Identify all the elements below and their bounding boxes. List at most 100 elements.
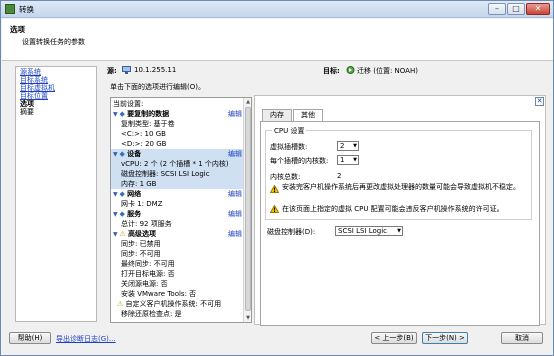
tab-memory[interactable]: 内存: [262, 109, 292, 121]
window-title: 转换: [19, 5, 34, 14]
settings-icon: ◆: [119, 110, 128, 118]
tree-detail-row[interactable]: 最终同步: 不可用: [111, 259, 244, 269]
tree-row-label: 移除还原检查点: 是: [121, 310, 182, 318]
cores-select[interactable]: 1 ▼: [337, 155, 359, 165]
tree-section-row[interactable]: ▼ ◆ 要复制的数据 编辑: [111, 109, 244, 119]
nav-target-location[interactable]: 目标位置: [20, 92, 48, 100]
migrate-icon: [346, 66, 355, 74]
sockets-value: 2: [340, 142, 345, 150]
disk-controller-value: SCSI LSI Logic: [338, 227, 387, 235]
edit-link[interactable]: 编辑: [228, 149, 242, 159]
tree-row-label: <D:>: 20 GB: [121, 140, 167, 148]
tree-section-row[interactable]: ▼ ⚠ 高级选项 编辑: [111, 229, 244, 239]
tree-row-label: 高级选项: [128, 230, 157, 238]
page-header: 选项 设置转换任务的参数: [2, 19, 553, 61]
warning-icon: [269, 204, 280, 213]
app-icon: [5, 4, 15, 14]
tree-row-label: 打开目标电源: 否: [121, 270, 175, 278]
tree-section-row[interactable]: ▼ ◆ 服务 编辑: [111, 209, 244, 219]
back-button[interactable]: < 上一步(B): [371, 332, 417, 344]
close-window-button[interactable]: ✕: [526, 3, 550, 15]
sockets-select[interactable]: 2 ▼: [337, 141, 359, 151]
tree-detail-row[interactable]: 移除还原检查点: 是: [111, 309, 244, 319]
tree-row-label: 最终同步: 不可用: [121, 260, 175, 268]
tree-row-label: 服务: [127, 210, 142, 218]
settings-icon: ◆: [119, 190, 128, 198]
tree-detail-row[interactable]: 总计: 92 项服务: [111, 219, 244, 229]
tree-row-label: 要复制的数据: [127, 110, 170, 118]
tree-detail-row[interactable]: 同步: 不可用: [111, 249, 244, 259]
minimize-button[interactable]: –: [488, 3, 506, 15]
tree-detail-row[interactable]: 内存: 1 GB: [111, 179, 244, 189]
chevron-down-icon: ▼: [397, 228, 401, 234]
close-panel-icon[interactable]: ✕: [535, 97, 544, 106]
edit-link[interactable]: 编辑: [228, 209, 242, 219]
target-label: 目标:: [323, 67, 340, 75]
tree-row-label: 同步: 已禁用: [121, 240, 161, 248]
settings-icon: ◆: [119, 210, 128, 218]
tree-row-label: 关闭源电源: 否: [121, 280, 168, 288]
instruction-text: 单击下面的选项进行编辑(O)。: [110, 83, 205, 91]
cores-value: 1: [340, 156, 345, 164]
tree-detail-row[interactable]: 关闭源电源: 否: [111, 279, 244, 289]
page-title: 选项: [10, 25, 25, 34]
chevron-down-icon: ▼: [353, 143, 357, 149]
total-cores-label: 内核总数:: [270, 173, 301, 181]
export-log-link[interactable]: 导出诊断日志(G)...: [56, 334, 116, 344]
nav-target-vm[interactable]: 目标虚拟机: [20, 84, 55, 92]
tree-detail-row[interactable]: <D:>: 20 GB: [111, 139, 244, 149]
tree-detail-row[interactable]: ⚠ 自定义客户机操作系统: 不可用: [111, 299, 244, 309]
tree-detail-row[interactable]: vCPU: 2 个 (2 个插槽 * 1 个内核): [111, 159, 244, 169]
tree-row-label: 复制类型: 基于卷: [121, 120, 175, 128]
tree-detail-row[interactable]: 复制类型: 基于卷: [111, 119, 244, 129]
tree-section-row[interactable]: ▼ ◆ 网络 编辑: [111, 189, 244, 199]
scroll-down-arrow-icon[interactable]: ▼: [244, 314, 251, 322]
edit-link[interactable]: 编辑: [228, 229, 242, 239]
edit-link[interactable]: 编辑: [228, 189, 242, 199]
warning-icon: [269, 184, 280, 193]
nav-source-system[interactable]: 源系统: [20, 68, 41, 76]
cancel-button[interactable]: 取消: [501, 332, 543, 344]
tree-header: 当前设置:: [113, 100, 144, 108]
tree-section-row[interactable]: ▼ ◆ 设备 编辑: [111, 149, 244, 159]
tree-detail-row[interactable]: 磁盘控制器: SCSI LSI Logic: [111, 169, 244, 179]
maximize-button[interactable]: □: [507, 3, 525, 15]
help-button[interactable]: 帮助(H): [9, 332, 51, 344]
tree-detail-row[interactable]: 打开目标电源: 否: [111, 269, 244, 279]
nav-target-system[interactable]: 目标系统: [20, 76, 48, 84]
cpu-group-title: CPU 设置: [272, 126, 307, 136]
tree-detail-row[interactable]: 网卡 1: DMZ: [111, 199, 244, 209]
tab-content-other: CPU 设置 虚拟插槽数: 2 ▼ 每个插槽的内核数: 1 ▼ 内核总数: 2: [260, 121, 540, 326]
title-bar: 转换 – □ ✕: [1, 1, 553, 18]
disk-controller-select[interactable]: SCSI LSI Logic ▼: [335, 226, 403, 236]
cores-label: 每个插槽的内核数:: [270, 157, 329, 165]
tree-row-label: 磁盘控制器: SCSI LSI Logic: [121, 170, 210, 178]
computer-icon: [122, 66, 131, 74]
tree-row-label: 网卡 1: DMZ: [121, 200, 163, 208]
nav-summary: 摘要: [20, 108, 34, 116]
tree-detail-row[interactable]: 安装 VMware Tools: 否: [111, 289, 244, 299]
next-button[interactable]: 下一步(N) >: [422, 332, 468, 344]
cpu-settings-group: CPU 设置 虚拟插槽数: 2 ▼ 每个插槽的内核数: 1 ▼ 内核总数: 2: [265, 126, 532, 220]
main-content: 源: 10.1.255.11 目标: 迁移 (位置: NOAH) 单击下面的选项…: [105, 63, 547, 326]
wizard-steps: 源系统 目标系统 目标虚拟机 目标位置 选项 摘要: [15, 66, 97, 322]
tree-scrollbar[interactable]: ▲ ▼: [243, 98, 251, 322]
tree-detail-row[interactable]: <C:>: 10 GB: [111, 129, 244, 139]
scroll-up-arrow-icon[interactable]: ▲: [244, 98, 251, 106]
tree-row-label: 网络: [127, 190, 142, 198]
edit-link[interactable]: 编辑: [228, 109, 242, 119]
tree-detail-row[interactable]: 同步: 已禁用: [111, 239, 244, 249]
sockets-label: 虚拟插槽数:: [270, 143, 308, 151]
target-value: 迁移 (位置: NOAH): [357, 67, 418, 75]
settings-icon: ◆: [119, 150, 128, 158]
scroll-thumb[interactable]: [245, 107, 251, 311]
source-value: 10.1.255.11: [134, 66, 177, 74]
page-subtitle: 设置转换任务的参数: [22, 38, 85, 46]
device-options-panel: ✕ 内存 其他 CPU 设置 虚拟插槽数: 2 ▼ 每个插槽的内核数: 1 ▼: [254, 95, 546, 326]
tree-row-label: 总计: 92 项服务: [121, 220, 172, 228]
converter-window: 转换 – □ ✕ 选项 设置转换任务的参数 源系统 目标系统 目标虚拟机 目标位…: [0, 0, 554, 356]
tree-row-label: 安装 VMware Tools: 否: [121, 290, 197, 298]
tree-row-label: 内存: 1 GB: [121, 180, 157, 188]
tree-row-label: 设备: [127, 150, 142, 158]
current-settings-tree[interactable]: 当前设置: ▼ ◆ 要复制的数据 编辑 复制类型: 基于卷 <C:>: 10 GB <D…: [110, 97, 252, 323]
